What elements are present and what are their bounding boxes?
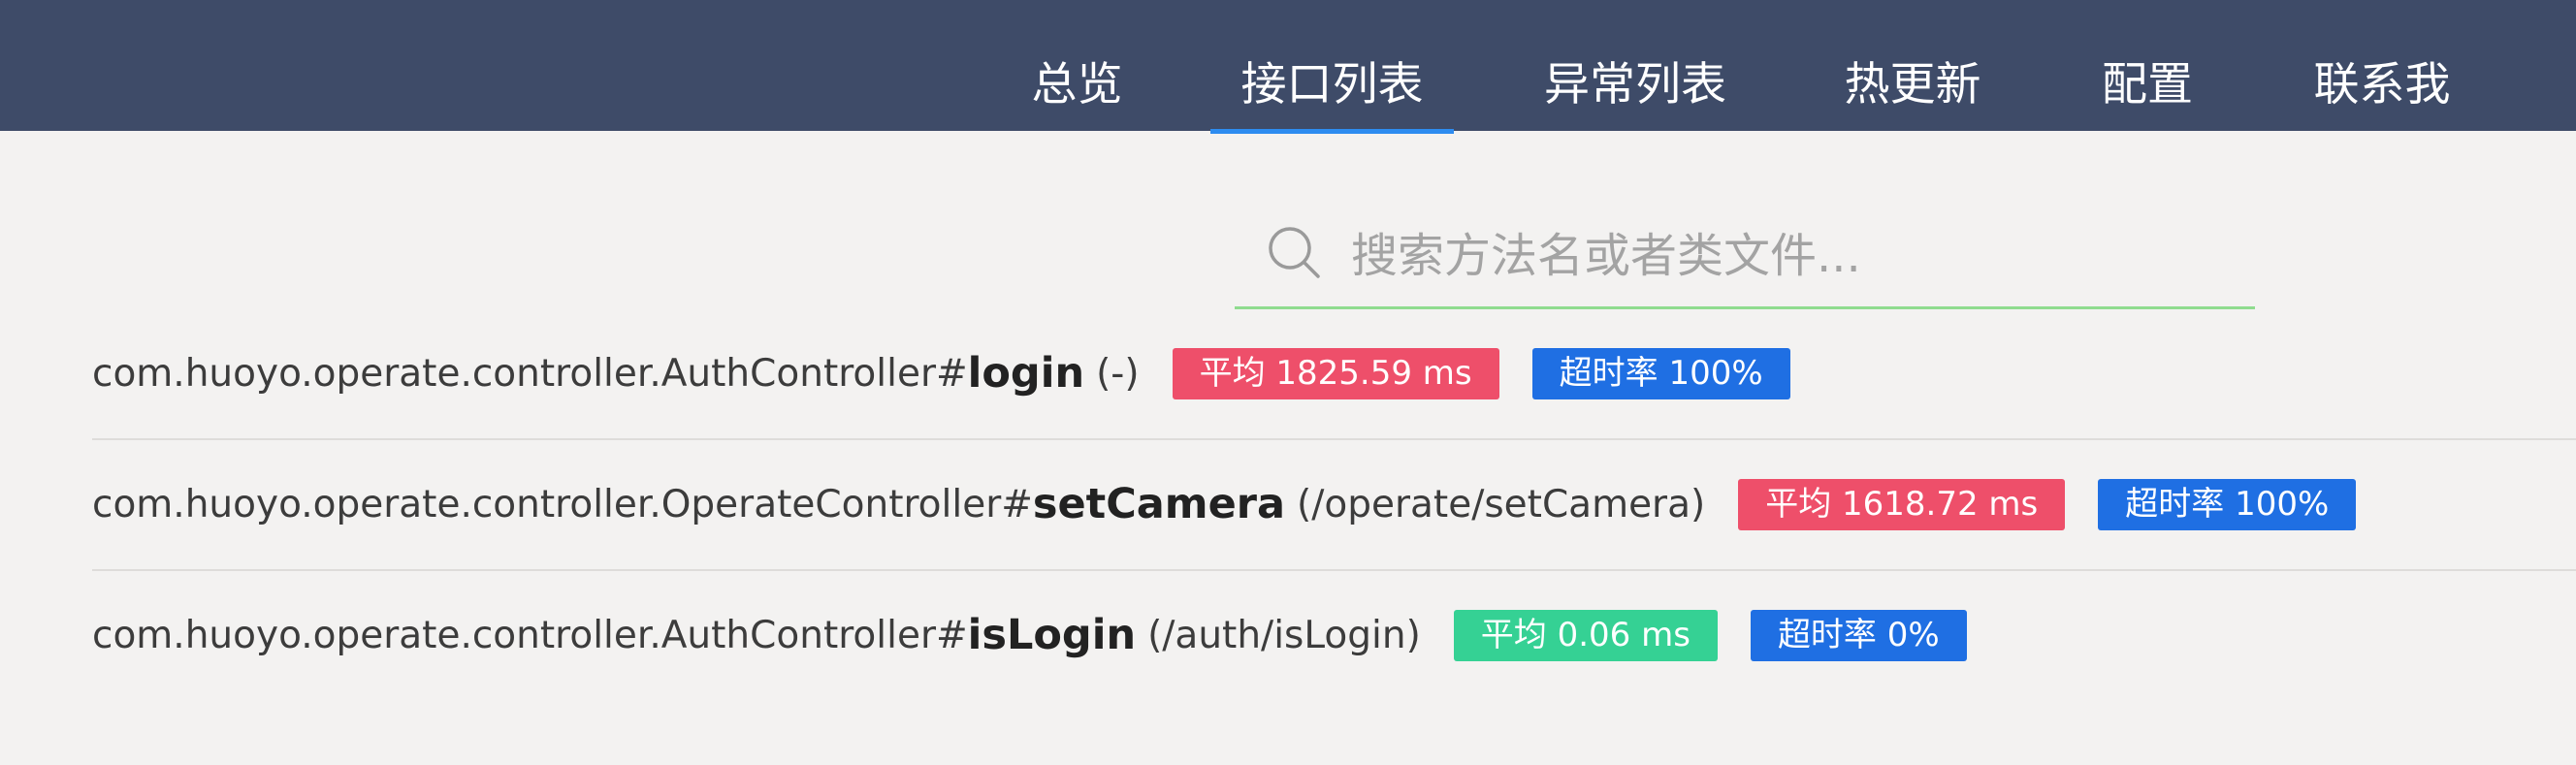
list-item[interactable]: com.huoyo.operate.controller.AuthControl… (92, 308, 2576, 440)
nav-item-contact[interactable]: 联系我 (2310, 0, 2454, 131)
class-name: com.huoyo.operate.controller.AuthControl… (92, 351, 968, 396)
top-nav-bar: 总览 接口列表 异常列表 热更新 配置 联系我 (0, 0, 2576, 134)
list-item-content: com.huoyo.operate.controller.AuthControl… (92, 570, 1967, 700)
timeout-rate-badge: 超时率 100% (1531, 347, 1790, 399)
api-path: (/operate/setCamera) (1297, 482, 1706, 526)
search-input[interactable] (1351, 206, 2224, 306)
nav-item-config[interactable]: 配置 (2099, 0, 2196, 131)
nav-item-overview[interactable]: 总览 (1026, 0, 1128, 131)
search-icon[interactable] (1267, 225, 1323, 281)
nav-item-api-list[interactable]: 接口列表 (1210, 0, 1454, 134)
class-name: com.huoyo.operate.controller.AuthControl… (92, 613, 968, 657)
class-name: com.huoyo.operate.controller.OperateCont… (92, 482, 1033, 526)
list-item[interactable]: com.huoyo.operate.controller.AuthControl… (92, 570, 2576, 700)
nav-item-exception-list[interactable]: 异常列表 (1538, 0, 1732, 131)
method-name: isLogin (967, 611, 1137, 659)
list-item-content: com.huoyo.operate.controller.OperateCont… (92, 439, 2357, 569)
list-item-content: com.huoyo.operate.controller.AuthControl… (92, 308, 1790, 438)
search-box (1235, 206, 2255, 309)
timeout-rate-badge: 超时率 0% (1750, 609, 1967, 661)
method-name: setCamera (1032, 480, 1286, 528)
list-item[interactable]: com.huoyo.operate.controller.OperateCont… (92, 439, 2576, 571)
timeout-rate-badge: 超时率 100% (2098, 478, 2357, 530)
avg-time-badge: 平均 1825.59 ms (1172, 347, 1499, 399)
method-name: login (967, 349, 1085, 398)
nav-item-hot-update[interactable]: 热更新 (1841, 0, 1984, 131)
avg-time-badge: 平均 1618.72 ms (1738, 478, 2066, 530)
api-path: (-) (1096, 351, 1140, 396)
api-path: (/auth/isLogin) (1147, 613, 1421, 657)
avg-time-badge: 平均 0.06 ms (1453, 609, 1718, 661)
